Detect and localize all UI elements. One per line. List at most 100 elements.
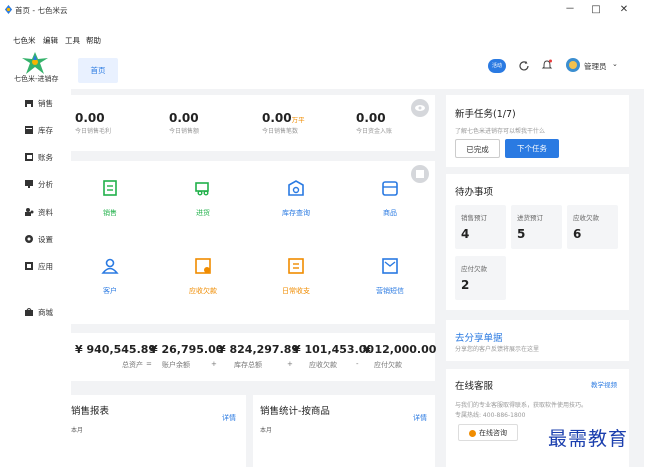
sales-report-detail-link[interactable]: 详情: [222, 413, 236, 423]
todo-item-purchase-order[interactable]: 进货预订 5: [511, 205, 562, 249]
quick-action-label: 日常收支: [282, 287, 310, 295]
cart-icon: [25, 100, 33, 107]
people-icon: [25, 208, 34, 216]
finance-payables: ¥ 12,000.00: [363, 343, 437, 356]
finance-account-balance-label: 账户余额: [162, 361, 190, 369]
quick-action-products[interactable]: 商品: [360, 170, 420, 230]
stat-sales-value: 0.00: [169, 111, 199, 125]
sales-by-product-detail-link[interactable]: 详情: [413, 413, 427, 423]
service-hotline: 专属热线: 400-886-1800: [455, 412, 526, 419]
stat-gross-profit-label: 今日销售毛利: [75, 128, 112, 135]
quick-action-sales[interactable]: 销售: [80, 170, 140, 230]
sidebar-item-analysis[interactable]: 分析: [24, 178, 53, 190]
truck-icon: [195, 182, 209, 196]
sidebar-item-label: 资料: [38, 207, 53, 217]
sales-report-period: 本月: [71, 427, 84, 434]
finance-receivables-label: 应收欠款: [309, 361, 337, 369]
sidebar-item-inventory[interactable]: 库存: [24, 124, 53, 136]
todo-item-value: 5: [517, 227, 526, 241]
todo-item-value: 4: [461, 227, 470, 241]
onboarding-next-button[interactable]: 下个任务: [505, 139, 559, 158]
finance-operator: -: [356, 360, 359, 368]
stat-orders-value: 0.00万平: [262, 111, 305, 125]
sidebar-item-label: 分析: [38, 179, 53, 189]
stat-orders-unit: 万平: [291, 116, 305, 124]
title-bar: 首页 - 七色米云 － □ ✕: [0, 0, 672, 20]
tab-bar: [71, 46, 644, 89]
activity-badge[interactable]: 活动: [488, 59, 506, 73]
quick-action-label: 客户: [103, 287, 117, 295]
quick-action-receivables[interactable]: 应收欠款: [173, 248, 233, 308]
ledger-icon: [25, 153, 33, 161]
user-menu[interactable]: 管理员: [584, 61, 607, 72]
sales-by-product-title: 销售统计-按商品: [260, 406, 330, 417]
stat-orders-label: 今日销售笔数: [262, 128, 299, 135]
close-button[interactable]: ✕: [617, 3, 631, 17]
quick-action-expenses[interactable]: 日常收支: [266, 248, 326, 308]
app-icon: [4, 5, 13, 14]
sidebar-item-sales[interactable]: 销售: [24, 97, 53, 109]
menu-bar: 七色米 编辑 工具 帮助: [0, 35, 672, 46]
avatar[interactable]: [566, 58, 580, 72]
app-icon: [25, 262, 33, 270]
quick-action-label: 库存查询: [282, 209, 310, 217]
quick-action-label: 营销短信: [376, 287, 404, 295]
sidebar-item-apps[interactable]: 应用: [24, 260, 53, 272]
finance-inventory-total-label: 库存总额: [234, 361, 262, 369]
refresh-icon[interactable]: [518, 60, 530, 72]
minimize-button[interactable]: －: [563, 3, 577, 17]
tab-home[interactable]: 首页: [78, 58, 118, 83]
chat-icon: [469, 429, 476, 437]
brand-logo: [22, 52, 48, 74]
bell-icon[interactable]: [541, 59, 553, 72]
quick-action-purchase[interactable]: 进货: [173, 170, 233, 230]
service-desc: 与我们的专业客服取得联系，获取软件使用技巧。: [455, 402, 588, 409]
sms-icon: [382, 258, 398, 274]
share-title[interactable]: 去分享单据: [455, 330, 503, 344]
quick-action-sms[interactable]: 营销短信: [360, 248, 420, 308]
todo-item-value: 2: [461, 278, 470, 292]
sidebar-item-label: 商城: [38, 307, 53, 317]
todo-item-label: 进货预订: [517, 214, 543, 222]
inventory-search-icon: [288, 180, 304, 196]
sidebar-item-data[interactable]: 资料: [24, 206, 53, 218]
finance-receivables: ¥ 101,453.00: [293, 343, 375, 356]
finance-operator: =: [146, 360, 152, 368]
gear-icon: [25, 235, 33, 243]
online-consult-button[interactable]: 在线咨询: [458, 424, 518, 441]
maximize-button[interactable]: □: [589, 3, 603, 17]
chevron-down-icon[interactable]: ⌄: [612, 60, 618, 68]
menu-edit[interactable]: 编辑: [43, 35, 58, 46]
quick-action-label: 销售: [103, 209, 117, 217]
sidebar-item-settings[interactable]: 设置: [24, 233, 53, 245]
todo-title: 待办事项: [455, 187, 494, 198]
shop-icon: [25, 308, 33, 316]
todo-item-sales-order[interactable]: 销售预订 4: [455, 205, 506, 249]
quick-action-customers[interactable]: 客户: [80, 248, 140, 308]
onboarding-done-button[interactable]: 已完成: [455, 139, 500, 158]
finance-payables-label: 应付欠款: [374, 361, 402, 369]
warehouse-icon: [25, 126, 33, 134]
menu-tools[interactable]: 工具: [65, 35, 80, 46]
expense-icon: [288, 258, 304, 274]
quick-action-inventory-search[interactable]: 库存查询: [266, 170, 326, 230]
sidebar-item-label: 销售: [38, 98, 53, 108]
sidebar-item-accounts[interactable]: 账务: [24, 151, 53, 163]
tutorial-video-link[interactable]: 教学视频: [591, 379, 617, 389]
todo-item-value: 6: [573, 227, 582, 241]
box-icon: [382, 181, 398, 196]
sidebar-item-label: 应用: [38, 261, 53, 271]
eye-icon[interactable]: [411, 99, 429, 117]
brand-name: 七色米-进销存: [14, 75, 59, 83]
sidebar-item-label: 设置: [38, 234, 53, 244]
monitor-icon: [25, 180, 33, 188]
todo-item-label: 应付欠款: [461, 265, 487, 273]
customer-icon: [101, 258, 119, 274]
stat-income-label: 今日资金入账: [356, 128, 393, 135]
sidebar-item-shop[interactable]: 商城: [24, 306, 53, 318]
menu-help[interactable]: 帮助: [86, 35, 101, 46]
todo-item-receivables[interactable]: 应收欠款 6: [567, 205, 618, 249]
stat-income-value: 0.00: [356, 111, 386, 125]
menu-qisemi[interactable]: 七色米: [13, 35, 36, 46]
todo-item-payables[interactable]: 应付欠款 2: [455, 256, 506, 300]
